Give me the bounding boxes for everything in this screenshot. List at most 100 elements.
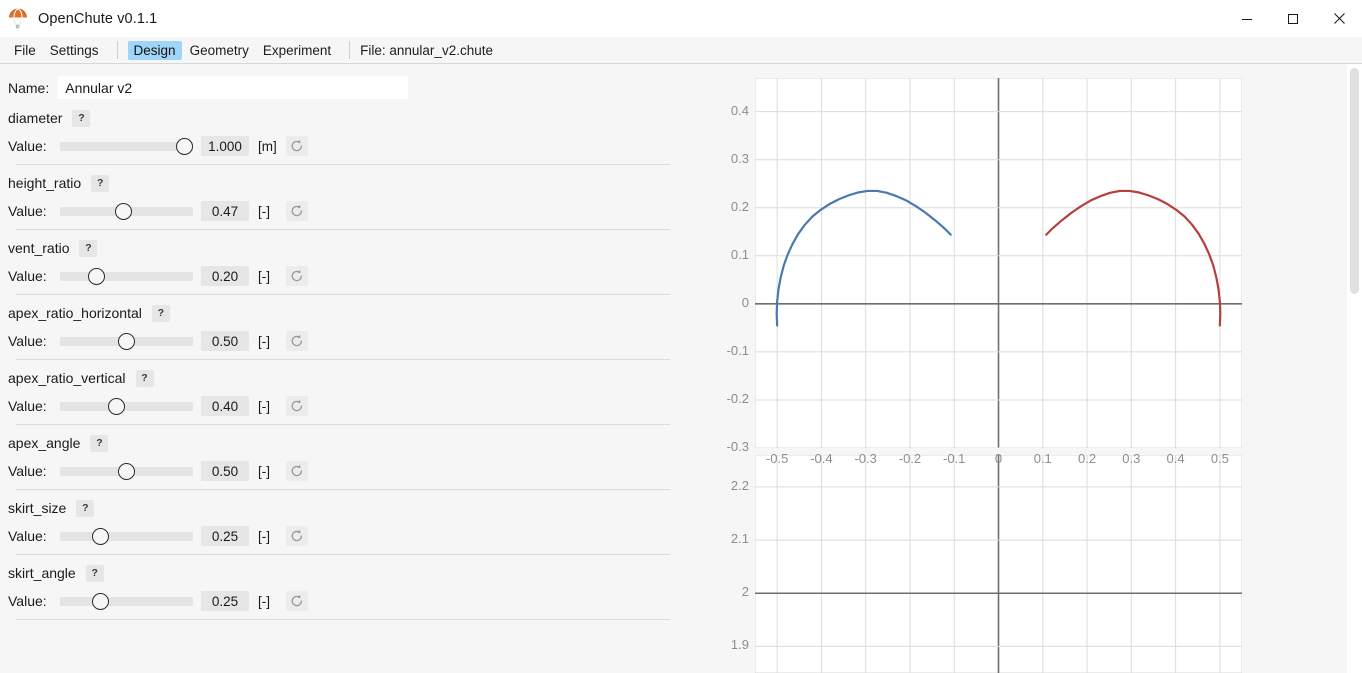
parameter-label: vent_ratio [8, 240, 70, 256]
parachute-icon [7, 7, 29, 30]
help-icon[interactable]: ? [90, 434, 109, 452]
slider-handle[interactable] [118, 333, 135, 350]
slider-height_ratio[interactable] [60, 197, 193, 225]
y-tick-label: 2.2 [730, 477, 749, 493]
slider-apex_ratio_horizontal[interactable] [60, 327, 193, 355]
help-icon[interactable]: ? [151, 304, 170, 322]
scrollbar-thumb[interactable] [1350, 68, 1359, 294]
reset-icon[interactable] [286, 201, 308, 221]
help-icon[interactable]: ? [79, 239, 98, 257]
slider-track[interactable] [60, 142, 193, 151]
slider-handle[interactable] [108, 398, 125, 415]
tab-geometry[interactable]: Geometry [184, 41, 255, 60]
slider-track[interactable] [60, 402, 193, 411]
parameter-row: Value: 0.25 [-] [8, 587, 700, 615]
name-input[interactable] [58, 76, 409, 99]
slider-apex_ratio_vertical[interactable] [60, 392, 193, 420]
reset-icon[interactable] [286, 331, 308, 351]
slider-handle[interactable] [118, 463, 135, 480]
y-tick-label: 0.4 [730, 102, 749, 118]
parameter-separator [16, 424, 670, 425]
window-controls [1224, 0, 1362, 37]
current-file-label: File: annular_v2.chute [360, 42, 493, 58]
reset-icon[interactable] [286, 266, 308, 286]
y-tick-label: -0.2 [726, 390, 749, 406]
secondary-plot[interactable] [754, 454, 1243, 673]
secondary-plot-canvas [754, 454, 1243, 673]
slider-skirt_size[interactable] [60, 522, 193, 550]
value-display[interactable]: 1.000 [201, 136, 249, 156]
parameter-apex_ratio_horizontal: apex_ratio_horizontal? Value: 0.50 [-] [0, 299, 700, 360]
unit-label: [m] [258, 138, 277, 154]
parameter-label: skirt_size [8, 500, 67, 516]
reset-icon[interactable] [286, 396, 308, 416]
parameter-header: skirt_size? [8, 494, 700, 522]
parameter-separator [16, 554, 670, 555]
y-tick-label: 0.2 [730, 198, 749, 214]
slider-diameter[interactable] [60, 132, 193, 160]
value-display[interactable]: 0.25 [201, 526, 249, 546]
design-parameters-panel: Name: diameter? Value: 1.000 [m] height_rati… [0, 64, 700, 673]
slider-handle[interactable] [176, 138, 193, 155]
parameter-label: height_ratio [8, 175, 82, 191]
name-label: Name: [8, 79, 50, 96]
parameter-separator [16, 619, 670, 620]
slider-vent_ratio[interactable] [60, 262, 193, 290]
reset-icon[interactable] [286, 526, 308, 546]
y-tick-label: 2 [741, 584, 749, 600]
slider-track[interactable] [60, 272, 193, 281]
value-display[interactable]: 0.47 [201, 201, 249, 221]
parameter-row: Value: 0.47 [-] [8, 197, 700, 225]
parameter-apex_angle: apex_angle? Value: 0.50 [-] [0, 429, 700, 490]
slider-apex_angle[interactable] [60, 457, 193, 485]
parameter-label: apex_ratio_vertical [8, 370, 126, 386]
help-icon[interactable]: ? [72, 109, 91, 127]
menu-divider-2 [349, 41, 351, 59]
help-icon[interactable]: ? [76, 499, 95, 517]
help-icon[interactable]: ? [91, 174, 110, 192]
help-icon[interactable]: ? [135, 369, 154, 387]
vertical-scrollbar[interactable] [1347, 64, 1362, 673]
value-display[interactable]: 0.40 [201, 396, 249, 416]
maximize-button[interactable] [1270, 0, 1316, 37]
parameter-row: Value: 0.40 [-] [8, 392, 700, 420]
x-tick-label: -0.1 [943, 451, 966, 466]
tab-design[interactable]: Design [127, 40, 182, 60]
parameter-label: apex_angle [8, 435, 81, 451]
menu-item-settings[interactable]: Settings [44, 41, 105, 60]
x-tick-label: -0.3 [854, 451, 877, 466]
menu-item-file[interactable]: File [8, 41, 42, 60]
slider-track[interactable] [60, 532, 193, 541]
slider-track[interactable] [60, 597, 193, 606]
close-button[interactable] [1316, 0, 1362, 37]
reset-icon[interactable] [286, 461, 308, 481]
slider-handle[interactable] [115, 203, 132, 220]
slider-handle[interactable] [92, 593, 109, 610]
profile-plot[interactable] [754, 77, 1243, 449]
y-tick-label: 0.3 [730, 150, 749, 166]
minimize-button[interactable] [1224, 0, 1270, 37]
value-display[interactable]: 0.25 [201, 591, 249, 611]
parameter-label: apex_ratio_horizontal [8, 305, 142, 321]
tab-experiment[interactable]: Experiment [257, 41, 337, 60]
parameter-header: vent_ratio? [8, 234, 700, 262]
parameter-separator [16, 489, 670, 490]
reset-icon[interactable] [286, 136, 308, 156]
parameter-row: Value: 0.25 [-] [8, 522, 700, 550]
parameter-height_ratio: height_ratio? Value: 0.47 [-] [0, 169, 700, 230]
parameter-vent_ratio: vent_ratio? Value: 0.20 [-] [0, 234, 700, 295]
slider-handle[interactable] [88, 268, 105, 285]
reset-icon[interactable] [286, 591, 308, 611]
y-tick-label: -0.1 [726, 342, 749, 358]
value-display[interactable]: 0.20 [201, 266, 249, 286]
help-icon[interactable]: ? [85, 564, 104, 582]
parameter-header: diameter? [8, 104, 700, 132]
unit-label: [-] [258, 333, 270, 349]
y-tick-label: 0 [741, 294, 749, 310]
value-display[interactable]: 0.50 [201, 461, 249, 481]
value-display[interactable]: 0.50 [201, 331, 249, 351]
slider-skirt_angle[interactable] [60, 587, 193, 615]
parameter-label: skirt_angle [8, 565, 76, 581]
slider-handle[interactable] [92, 528, 109, 545]
parameter-header: height_ratio? [8, 169, 700, 197]
